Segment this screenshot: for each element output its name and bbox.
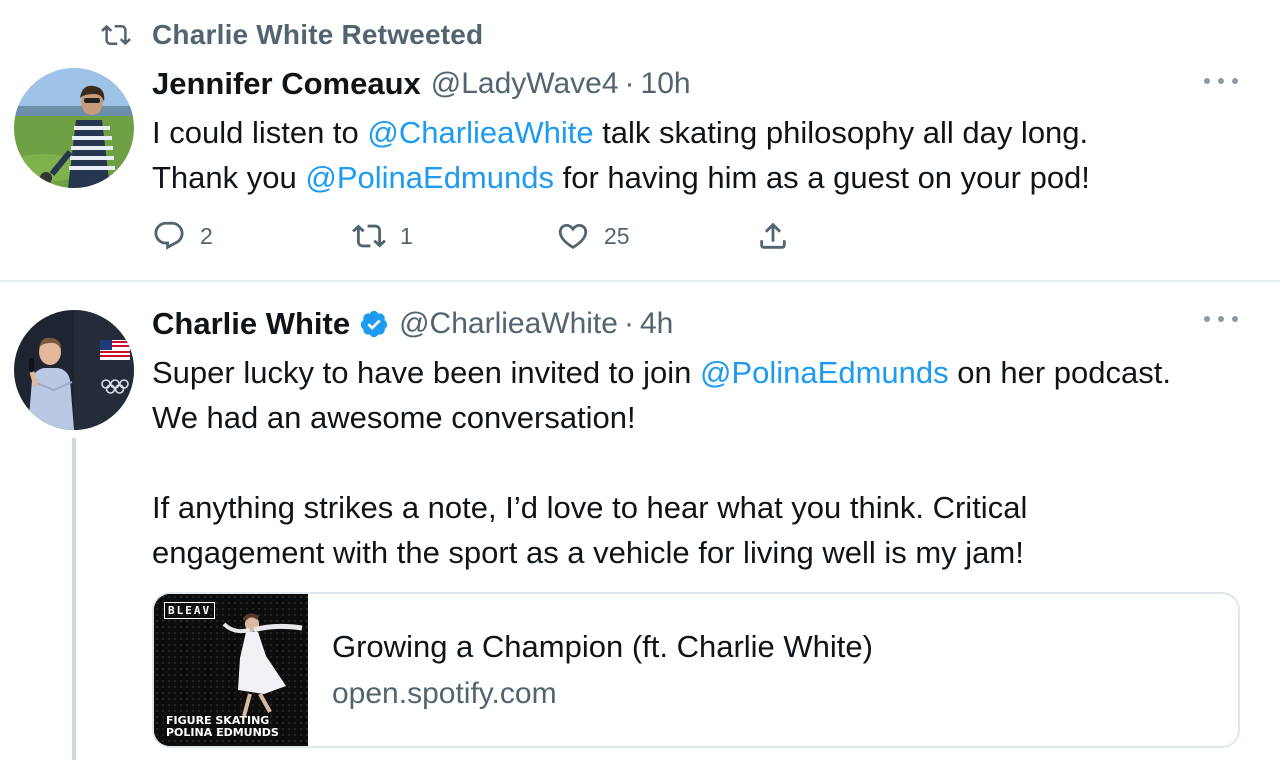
tweet-text-line: Thank you @PolinaEdmunds for having him …: [152, 155, 1090, 200]
text-segment: on her podcast.: [948, 355, 1171, 390]
reply-button[interactable]: 2: [152, 216, 213, 256]
reply-count: 2: [200, 222, 213, 249]
thread-connector-line: [72, 438, 76, 760]
share-icon: [760, 222, 786, 249]
retweet-context-label: Charlie White Retweeted: [152, 19, 484, 50]
display-name[interactable]: Charlie White: [152, 306, 350, 342]
retweet-icon: [352, 224, 386, 248]
text-segment: Super lucky to have been invited to join: [152, 355, 701, 390]
tweet-text-line: Super lucky to have been invited to join…: [152, 350, 1171, 395]
display-name[interactable]: Jennifer Comeaux: [152, 66, 421, 102]
timestamp[interactable]: 4h: [640, 307, 673, 341]
more-options-icon[interactable]: [1204, 312, 1238, 326]
more-options-icon[interactable]: [1204, 74, 1238, 88]
retweet-button[interactable]: 1: [352, 216, 413, 256]
text-segment: for having him as a guest on your pod!: [553, 160, 1090, 195]
podcast-cover-image: BLEAV FIGURE SKATING POLINA EDMUNDS: [154, 594, 308, 746]
retweet-context[interactable]: Charlie White Retweeted: [96, 18, 483, 52]
tweet-header: Jennifer Comeaux @LadyWave4 · 10h: [152, 64, 691, 104]
tweet-text-line: We had an awesome conversation!: [152, 400, 636, 435]
paragraph-break: [152, 440, 1171, 485]
share-button[interactable]: [756, 216, 790, 256]
mention-link[interactable]: @CharlieaWhite: [367, 115, 593, 150]
retweet-icon: [101, 24, 131, 46]
card-meta: Growing a Champion (ft. Charlie White) o…: [308, 594, 873, 746]
tweet-text-line: engagement with the sport as a vehicle f…: [152, 535, 1024, 570]
tweet-text: I could listen to @CharlieaWhite talk sk…: [152, 110, 1090, 200]
heart-icon: [558, 223, 588, 249]
like-button[interactable]: 25: [556, 216, 630, 256]
avatar[interactable]: [14, 68, 134, 188]
retweet-count: 1: [400, 222, 413, 249]
text-segment: Thank you: [152, 160, 306, 195]
tweet-divider: [0, 280, 1280, 282]
tweet-header: Charlie White @CharlieaWhite · 4h: [152, 304, 673, 344]
avatar[interactable]: [14, 310, 134, 430]
cover-caption: POLINA EDMUNDS: [166, 726, 279, 739]
tweet-text-line: I could listen to @CharlieaWhite talk sk…: [152, 110, 1090, 155]
timestamp[interactable]: 10h: [641, 67, 691, 101]
tweet[interactable]: Jennifer Comeaux @LadyWave4 · 10h I coul…: [0, 62, 1280, 280]
tweet-actions: 2 1 25: [152, 216, 812, 256]
text-segment: I could listen to: [152, 115, 368, 150]
like-count: 25: [604, 222, 630, 249]
separator: ·: [624, 67, 635, 100]
link-preview-card[interactable]: BLEAV FIGURE SKATING POLINA EDMUNDS Grow…: [152, 592, 1240, 748]
verified-badge-icon: [360, 310, 388, 338]
mention-link[interactable]: @PolinaEdmunds: [700, 355, 949, 390]
user-handle[interactable]: @LadyWave4: [431, 67, 619, 101]
tweet-text-line: If anything strikes a note, I’d love to …: [152, 490, 1028, 525]
tweet-text: Super lucky to have been invited to join…: [152, 350, 1171, 575]
user-handle[interactable]: @CharlieaWhite: [399, 307, 618, 341]
card-title: Growing a Champion (ft. Charlie White): [332, 629, 873, 664]
separator: ·: [623, 307, 634, 340]
bleav-logo: BLEAV: [164, 602, 216, 619]
mention-link[interactable]: @PolinaEdmunds: [305, 160, 554, 195]
card-domain: open.spotify.com: [332, 677, 557, 710]
reply-icon: [154, 221, 184, 250]
text-segment: talk skating philosophy all day long.: [593, 115, 1089, 150]
